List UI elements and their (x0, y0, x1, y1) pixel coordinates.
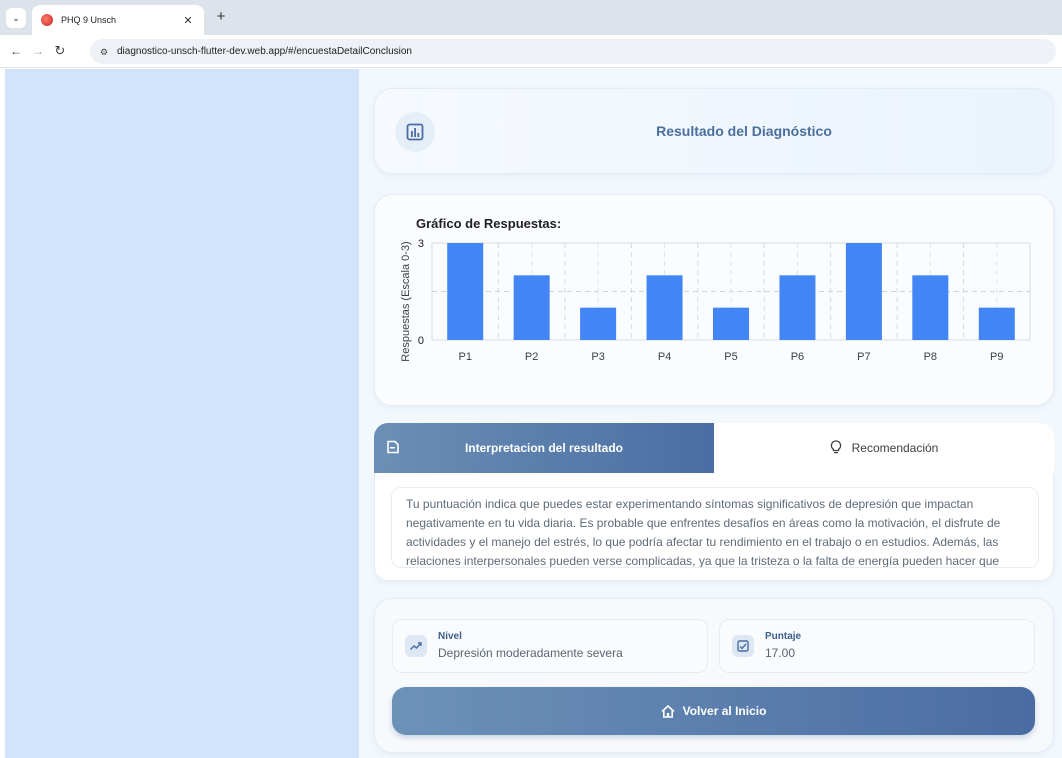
home-button[interactable]: Volver al Inicio (392, 687, 1035, 735)
browser-tab-bar: ⌄ PHQ 9 Unsch ✕ + (0, 0, 1062, 35)
responses-bar-chart: P1 P2 P3 P4 P5 P6 P7 P8 P9 0 3 Respuestas (Escala 0… (400, 238, 1031, 363)
home-button-label: Volver al Inicio (682, 704, 767, 718)
back-arrow-icon[interactable]: ← (8, 43, 24, 59)
bar-p5 (713, 307, 749, 340)
tab-search-button[interactable]: ⌄ (6, 8, 26, 28)
tab-interpretacion-label: Interpretacion del resultado (464, 441, 624, 455)
x-tick-label: P8 (924, 351, 937, 363)
nivel-value: Depresión moderadamente severa (438, 646, 623, 660)
x-tick-label: P6 (791, 351, 804, 363)
browser-tab[interactable]: PHQ 9 Unsch ✕ (32, 5, 204, 35)
lightbulb-icon (830, 439, 842, 457)
puntaje-label: Puntaje (765, 631, 802, 642)
chart-card: Gráfico de Respuestas: P1 P2 P3 P4 P5 P6 P7 P8 P… (374, 194, 1054, 406)
interpretation-card: Tu puntuación indica que puedes estar ex… (374, 473, 1054, 581)
bar-p7 (845, 243, 882, 340)
page-title: Resultado del Diagnóstico (656, 123, 832, 139)
x-tick-label: P9 (990, 351, 1003, 363)
bar-p3 (580, 307, 617, 340)
app-page: Resultado del Diagnóstico Gráfico de Res… (0, 69, 1062, 758)
bar-p2 (513, 275, 550, 340)
x-tick-label: P4 (658, 351, 671, 363)
url-text: diagnostico-unsch-flutter-dev.web.app/#/… (117, 46, 412, 57)
forward-arrow-icon[interactable]: → (30, 43, 46, 59)
result-header-card: Resultado del Diagnóstico (374, 88, 1054, 174)
x-tick-label: P7 (857, 351, 870, 363)
address-bar[interactable]: ⚙ diagnostico-unsch-flutter-dev.web.app/… (90, 39, 1056, 64)
puntaje-value: 17.00 (765, 646, 796, 660)
document-icon (386, 440, 400, 457)
x-tick-label: P5 (724, 351, 737, 363)
interpretation-scroll-box[interactable]: Tu puntuación indica que puedes estar ex… (391, 487, 1039, 568)
nivel-box: Nivel Depresión moderadamente severa (392, 619, 708, 673)
y-tick-label: 0 (418, 335, 424, 347)
result-summary-card: Nivel Depresión moderadamente severa Pun… (374, 598, 1054, 753)
tab-recomendacion[interactable]: Recomendación (714, 423, 1054, 473)
bar-p4 (646, 275, 683, 340)
site-info-icon[interactable]: ⚙ (97, 45, 111, 59)
tab-title: PHQ 9 Unsch (61, 15, 117, 25)
score-icon (732, 635, 754, 657)
bar-p9 (978, 307, 1015, 340)
x-tick-label: P2 (525, 351, 538, 363)
new-tab-button[interactable]: + (212, 8, 230, 26)
tab-recomendacion-label: Recomendación (851, 441, 939, 455)
bar-p6 (779, 275, 816, 340)
y-tick-label: 3 (418, 238, 424, 250)
trending-up-icon (405, 635, 427, 657)
nivel-label: Nivel (438, 631, 462, 642)
x-tick-label: P3 (591, 351, 604, 363)
bar-p1 (447, 243, 484, 340)
puntaje-box: Puntaje 17.00 (719, 619, 1035, 673)
favicon-icon (41, 14, 53, 26)
close-tab-icon[interactable]: ✕ (181, 14, 195, 27)
reload-icon[interactable]: ↻ (52, 43, 68, 59)
left-panel (5, 69, 359, 758)
tab-interpretacion[interactable]: Interpretacion del resultado (374, 423, 714, 473)
interpretation-text: Tu puntuación indica que puedes estar ex… (406, 497, 1001, 568)
browser-toolbar: ← → ↻ ⚙ diagnostico-unsch-flutter-dev.we… (0, 35, 1062, 68)
x-tick-label: P1 (458, 351, 471, 363)
y-axis-label: Respuestas (Escala 0-3) (400, 241, 412, 361)
home-icon (661, 704, 675, 718)
main-content: Resultado del Diagnóstico Gráfico de Res… (359, 69, 1062, 758)
bar-p8 (912, 275, 949, 340)
result-tabs: Interpretacion del resultado Recomendaci… (374, 423, 1054, 473)
